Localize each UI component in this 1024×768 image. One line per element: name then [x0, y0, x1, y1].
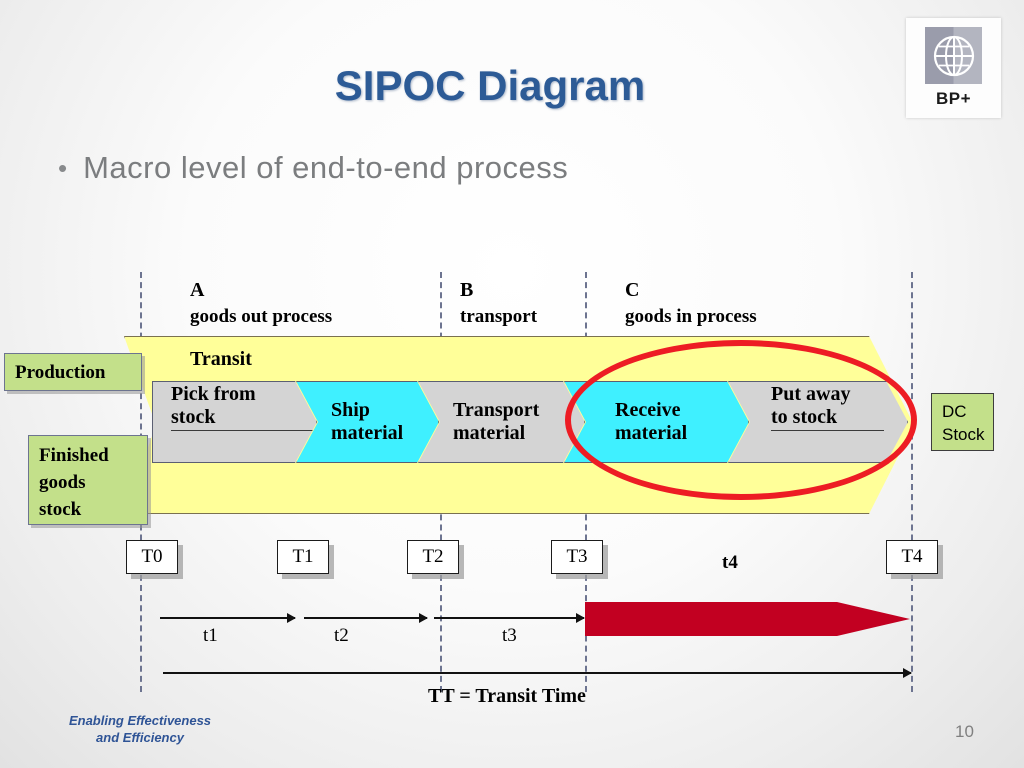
time-marker-t2[interactable]: T2 [407, 540, 459, 574]
box-dc-stock-label: DC Stock [942, 402, 985, 444]
brand-logo: BP+ [906, 18, 1001, 118]
footer-line-2: and Efficiency [96, 730, 184, 745]
phase-letter-a: A [190, 279, 205, 301]
process-step-receive-material[interactable]: Receive material [564, 381, 749, 463]
t4-duration-red-arrow [585, 602, 910, 636]
bullet-text: Macro level of end-to-end process [83, 150, 569, 185]
footer-line-1: Enabling Effectiveness [68, 713, 212, 728]
time-marker-t4-lowercase: t4 [722, 552, 738, 573]
process-step-pick-from-stock[interactable]: Pick from stock [152, 381, 317, 463]
footer-tagline: Enabling Effectiveness and Efficiency [30, 712, 250, 746]
logo-label: BP+ [935, 89, 972, 108]
phase-desc-a: goods out process [190, 306, 333, 327]
duration-arrow-t3 [434, 613, 585, 623]
process-step-label: Pick from stock [153, 382, 317, 431]
duration-label-t2: t2 [334, 625, 349, 646]
bullet-row: • Macro level of end-to-end process [58, 148, 568, 188]
transit-time-arrow [163, 668, 912, 678]
time-marker-t0[interactable]: T0 [126, 540, 178, 574]
duration-label-t1: t1 [203, 625, 218, 646]
duration-arrow-t2 [304, 613, 428, 623]
box-finished-goods-label: Finished goods stock [39, 445, 109, 520]
process-step-transport-material[interactable]: Transport material [418, 381, 585, 463]
duration-label-t3: t3 [502, 625, 517, 646]
time-marker-t1[interactable]: T1 [277, 540, 329, 574]
phase-letter-c: C [625, 279, 640, 301]
time-marker-t4[interactable]: T4 [886, 540, 938, 574]
guideline-t4 [911, 272, 913, 692]
time-marker-t3[interactable]: T3 [551, 540, 603, 574]
phase-desc-b: transport [460, 306, 538, 327]
process-step-label: Put away to stock [729, 382, 892, 431]
phase-desc-c: goods in process [625, 306, 757, 327]
box-production[interactable]: Production [4, 353, 142, 391]
duration-arrow-t1 [160, 613, 296, 623]
box-finished-goods-stock[interactable]: Finished goods stock [28, 435, 148, 525]
box-production-label: Production [15, 361, 106, 383]
phase-letter-b: B [460, 279, 474, 301]
transit-time-label: TT = Transit Time [428, 685, 586, 707]
bullet-dot-icon: • [58, 153, 68, 183]
slide-canvas: SIPOC Diagram • Macro level of end-to-en… [0, 0, 1024, 768]
transit-band-label: Transit [190, 348, 252, 370]
page-title: SIPOC Diagram [334, 62, 646, 109]
page-number: 10 [955, 722, 974, 741]
process-step-put-away-to-stock[interactable]: Put away to stock [728, 381, 908, 463]
globe-icon [925, 27, 982, 84]
box-dc-stock[interactable]: DC Stock [931, 393, 994, 451]
